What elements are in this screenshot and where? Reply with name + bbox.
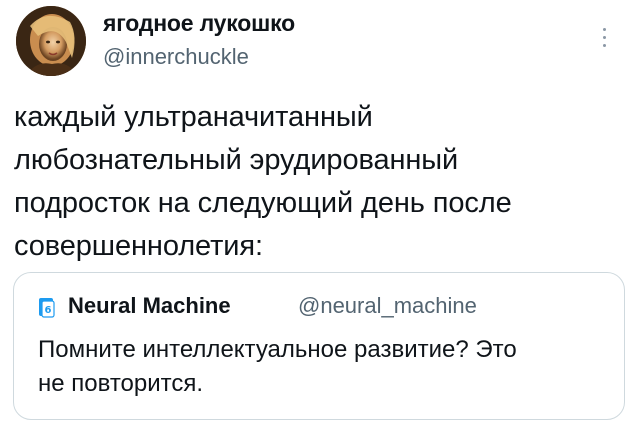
quoted-author-display-name: Neural Machine — [68, 293, 231, 318]
more-vertical-icon[interactable] — [600, 28, 608, 54]
tweet-text: каждый ультраначитанный любознательный э… — [14, 101, 512, 262]
avatar-photo-icon — [16, 6, 86, 76]
more-dot — [602, 28, 606, 31]
svg-text:6: 6 — [45, 305, 52, 316]
more-dot — [602, 36, 606, 39]
quoted-tweet-card[interactable]: 6 Neural Machine @neural_machine Помните… — [13, 272, 625, 420]
neural-machine-logo-icon: 6 — [38, 297, 58, 319]
tweet: ягодное лукошко @innerchuckle каждый уль… — [0, 0, 640, 437]
author-display-name[interactable]: ягодное лукошко — [103, 10, 295, 37]
quoted-tweet-text: Помните интеллектуальное развитие? Это н… — [38, 336, 517, 397]
author-avatar[interactable] — [16, 6, 86, 76]
more-dot — [602, 44, 606, 47]
author-handle[interactable]: @innerchuckle — [103, 44, 249, 70]
quoted-author-handle: @neural_machine — [298, 293, 477, 318]
